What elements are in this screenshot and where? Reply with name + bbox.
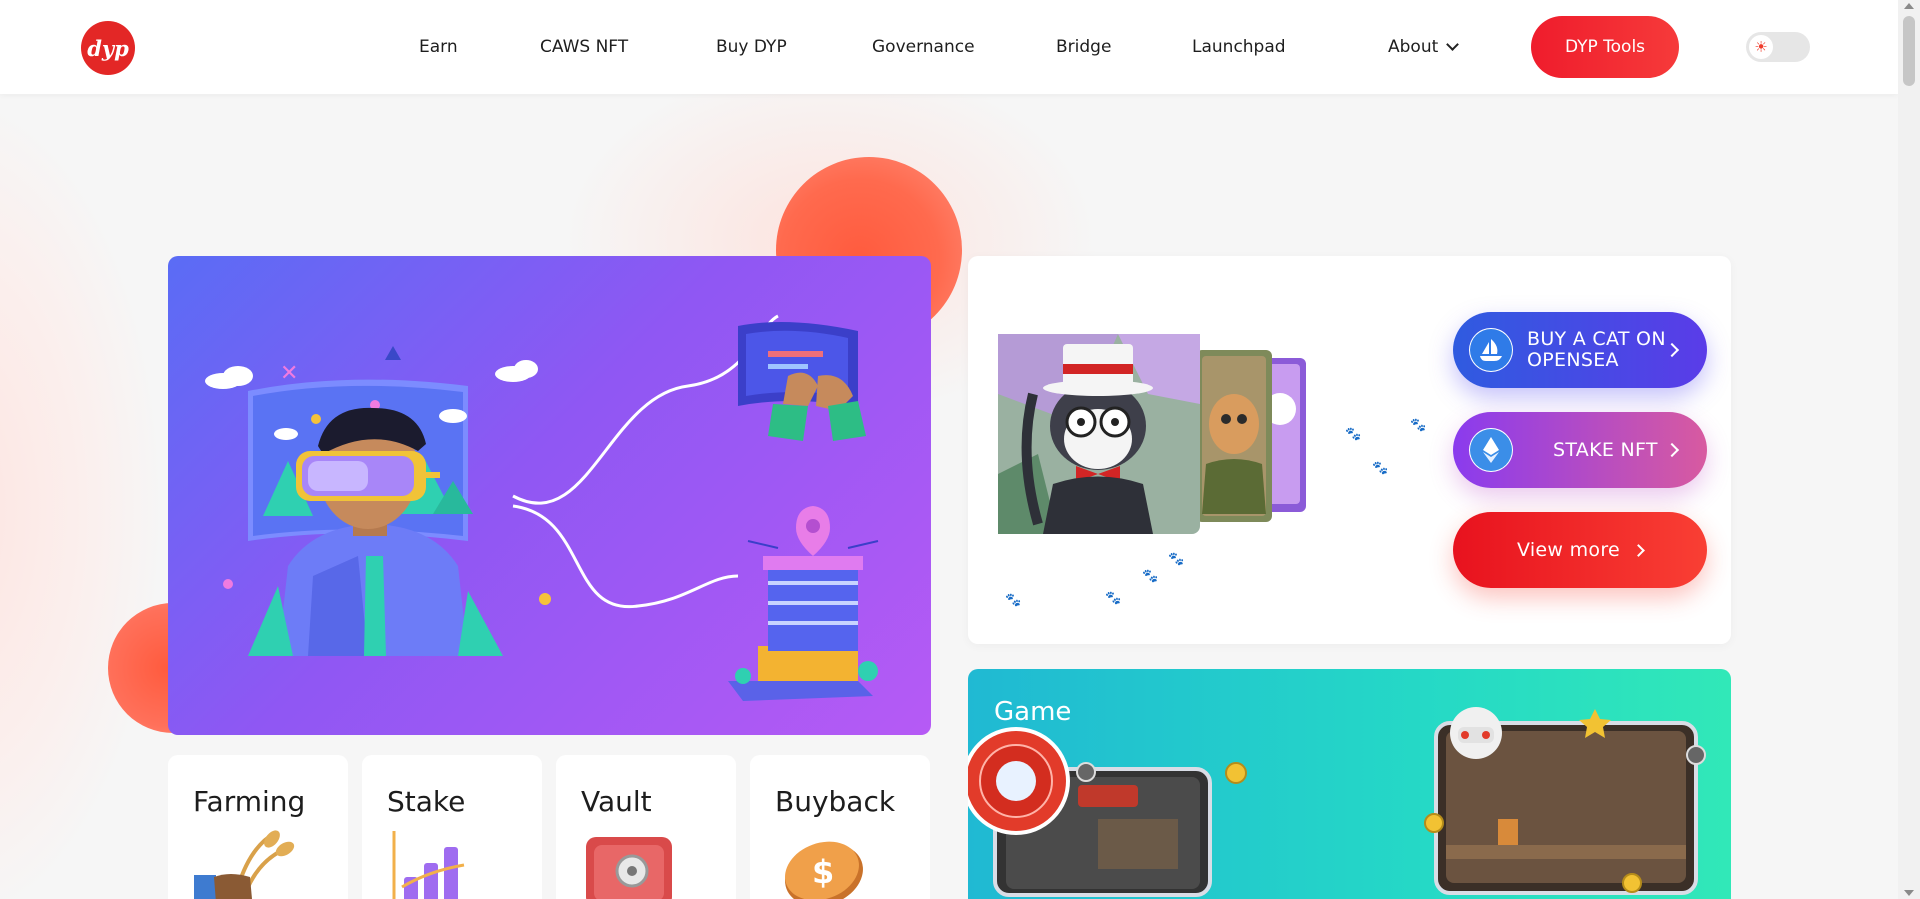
caws-cat-cards-illustration <box>998 334 1306 534</box>
caws-nft-card: 🐾 🐾 🐾 🐾 🐾 🐾 🐾 BUY A CAT ON OPENSEA STAKE… <box>968 256 1731 644</box>
nav-governance-label: Governance <box>872 37 975 57</box>
buyback-card[interactable]: Buyback $ <box>750 755 930 899</box>
paw-icon: 🐾 <box>1168 552 1185 567</box>
buy-on-opensea-label: BUY A CAT ON OPENSEA <box>1527 328 1666 371</box>
nav-buy-dyp-label: Buy DYP <box>716 37 787 57</box>
nav-earn-label: Earn <box>419 37 458 57</box>
scroll-up-arrow-icon[interactable] <box>1904 3 1914 9</box>
svg-text:$: $ <box>812 853 834 891</box>
buyback-title: Buyback <box>775 785 896 818</box>
nav-launchpad-label: Launchpad <box>1192 37 1286 57</box>
paw-icon: 🐾 <box>1372 461 1389 476</box>
chevron-right-icon <box>1664 442 1680 458</box>
svg-text:✕: ✕ <box>280 361 298 386</box>
nav-launchpad[interactable]: Launchpad <box>1192 0 1286 94</box>
dyp-tools-label: DYP Tools <box>1564 37 1646 57</box>
nav-about-label: About <box>1388 37 1439 57</box>
page-scrollbar[interactable] <box>1898 0 1920 899</box>
dyp-tools-button[interactable]: DYP Tools <box>1531 16 1679 78</box>
hero-vr-illustration: ✕ <box>205 314 879 701</box>
stake-chart-icon <box>392 831 465 899</box>
vault-title: Vault <box>581 785 652 818</box>
scroll-down-arrow-icon[interactable] <box>1904 890 1914 896</box>
nav-governance[interactable]: Governance <box>872 0 975 94</box>
paw-icon: 🐾 <box>1410 418 1427 433</box>
paw-icon: 🐾 <box>1345 427 1362 442</box>
view-more-label: View more <box>1516 538 1621 561</box>
nav-about[interactable]: About <box>1388 0 1460 94</box>
site-header: dyp Earn CAWS NFT Buy DYP Governance Bri… <box>0 0 1898 94</box>
vault-safe-icon <box>586 837 672 899</box>
buyback-coin-icon: $ <box>785 841 863 899</box>
game-screenshots-illustration <box>968 707 1706 897</box>
opensea-icon <box>1469 328 1513 372</box>
paw-icon: 🐾 <box>1142 569 1159 584</box>
chevron-down-icon <box>1446 38 1460 51</box>
paw-icon: 🐾 <box>1005 593 1022 608</box>
view-more-button[interactable]: View more <box>1453 512 1707 588</box>
chevron-right-icon <box>1632 543 1645 557</box>
stake-title: Stake <box>387 785 466 818</box>
sun-icon: ☀ <box>1749 35 1773 59</box>
page: dyp Earn CAWS NFT Buy DYP Governance Bri… <box>0 0 1920 899</box>
ethereum-icon <box>1469 428 1513 472</box>
vault-card[interactable]: Vault <box>556 755 736 899</box>
nav-caws-nft-label: CAWS NFT <box>540 37 629 57</box>
background-glow-left <box>0 100 160 899</box>
stake-nft-button[interactable]: STAKE NFT <box>1453 412 1707 488</box>
game-card[interactable]: Game <box>968 669 1731 899</box>
nav-earn[interactable]: Earn <box>419 0 458 94</box>
nav-buy-dyp[interactable]: Buy DYP <box>716 0 787 94</box>
paw-icon: 🐾 <box>1105 591 1122 606</box>
theme-toggle[interactable]: ☀ <box>1746 32 1810 62</box>
scrollbar-thumb[interactable] <box>1903 16 1915 86</box>
nav-bridge-label: Bridge <box>1056 37 1112 57</box>
farming-icon <box>194 830 295 899</box>
chevron-right-icon <box>1664 342 1680 358</box>
nav-caws-nft[interactable]: CAWS NFT <box>540 0 628 94</box>
farming-title: Farming <box>193 785 306 818</box>
stake-nft-label: STAKE NFT <box>1553 438 1658 461</box>
nav-bridge[interactable]: Bridge <box>1056 0 1111 94</box>
logo-text: dyp <box>87 35 129 61</box>
farming-card[interactable]: Farming <box>168 755 348 899</box>
dyp-logo[interactable]: dyp <box>81 21 135 75</box>
stake-card[interactable]: Stake <box>362 755 542 899</box>
hero-banner: ✕ <box>168 256 931 735</box>
buy-on-opensea-button[interactable]: BUY A CAT ON OPENSEA <box>1453 312 1707 388</box>
